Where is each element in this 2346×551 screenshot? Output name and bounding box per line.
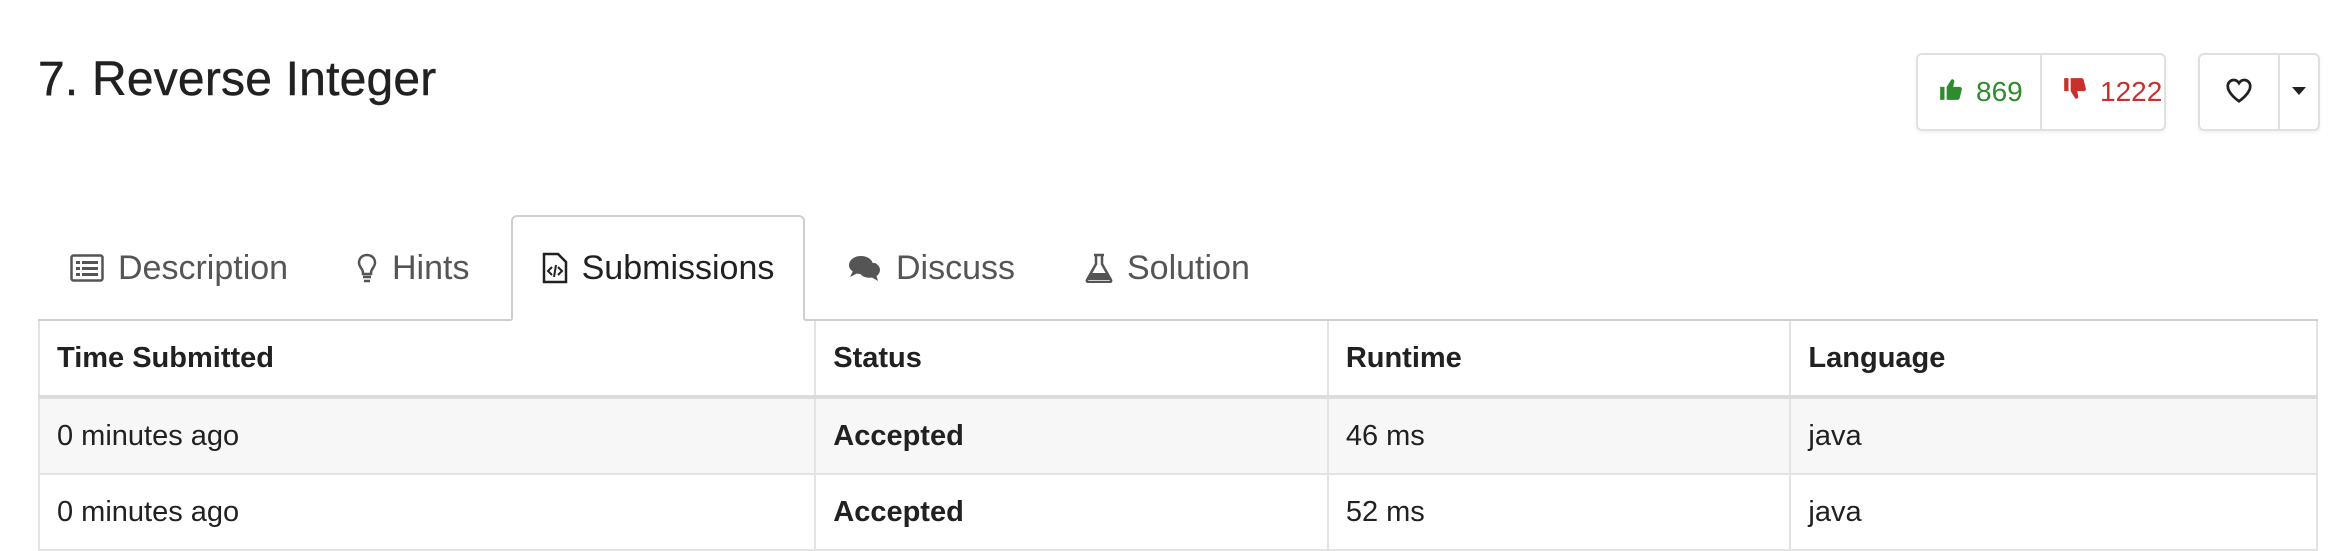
tab-label: Submissions	[581, 248, 775, 287]
runtime-cell: 52 ms	[1326, 474, 1791, 551]
favorite-button[interactable]	[2200, 55, 2278, 129]
column-header[interactable]: Time Submitted	[37, 321, 816, 399]
language-cell: java	[1789, 397, 2318, 475]
vote-group: 869 1222	[1916, 53, 2166, 131]
time-submitted-cell: 0 minutes ago	[37, 397, 816, 475]
submissions-table: Time Submitted Status Runtime Language 0…	[37, 321, 2318, 551]
column-header[interactable]: Runtime	[1326, 321, 1791, 399]
problem-title: 7. Reverse Integer	[38, 53, 437, 106]
flask-icon	[1085, 253, 1113, 283]
tab-label: Hints	[392, 248, 470, 287]
like-button[interactable]: 869	[1918, 55, 2040, 129]
caret-down-icon	[2292, 83, 2306, 101]
tab-hints[interactable]: Hints	[356, 215, 469, 321]
like-count: 869	[1976, 76, 2023, 107]
status-link[interactable]: Accepted	[814, 397, 1328, 475]
table-row: 0 minutes ago Accepted 46 ms java	[37, 397, 2318, 475]
thumbs-up-icon	[1938, 76, 1964, 109]
heart-icon	[2224, 76, 2254, 109]
lightbulb-icon	[356, 253, 378, 283]
tab-description[interactable]: Description	[70, 215, 288, 321]
tab-label: Solution	[1127, 248, 1250, 287]
problem-tabs: Description Hints Submissions Discuss So…	[38, 213, 2318, 321]
comments-icon	[848, 254, 882, 282]
dislike-count: 1222	[2100, 76, 2163, 107]
tab-label: Description	[118, 248, 289, 287]
list-icon	[70, 254, 104, 282]
language-cell: java	[1789, 474, 2318, 551]
favorite-dropdown-button[interactable]	[2278, 55, 2318, 129]
code-file-icon	[542, 252, 568, 284]
status-link[interactable]: Accepted	[814, 474, 1328, 551]
tab-discuss[interactable]: Discuss	[848, 215, 1015, 321]
time-submitted-cell: 0 minutes ago	[37, 474, 816, 551]
table-row: 0 minutes ago Accepted 52 ms java	[37, 474, 2318, 551]
favorite-group	[2198, 53, 2320, 131]
tab-label: Discuss	[896, 248, 1016, 287]
dislike-button[interactable]: 1222	[2040, 55, 2164, 129]
tab-solution[interactable]: Solution	[1085, 215, 1250, 321]
runtime-cell: 46 ms	[1326, 397, 1791, 475]
thumbs-down-icon	[2062, 76, 2088, 109]
column-header[interactable]: Status	[814, 321, 1328, 399]
column-header[interactable]: Language	[1789, 321, 2318, 399]
table-header-row: Time Submitted Status Runtime Language	[37, 321, 2318, 399]
tab-submissions[interactable]: Submissions	[511, 215, 805, 321]
